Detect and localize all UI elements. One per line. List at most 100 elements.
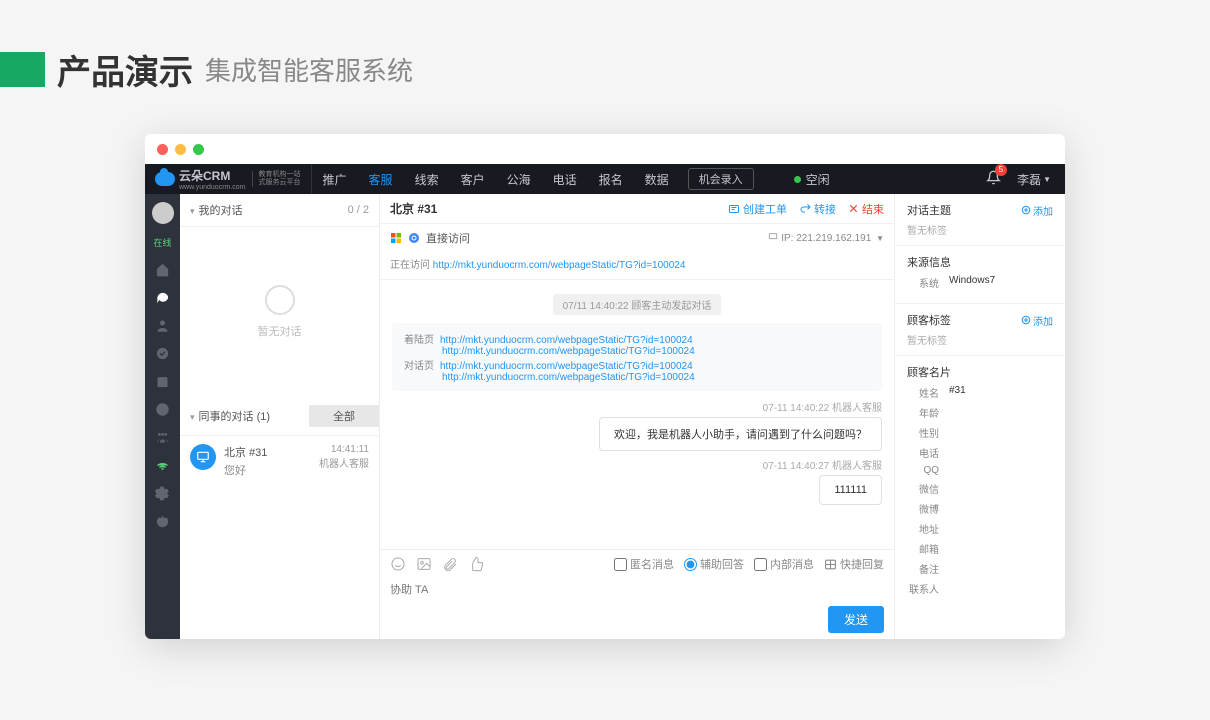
anon-checkbox[interactable]: 匿名消息 [614,556,674,572]
record-opportunity-button[interactable]: 机会录入 [688,168,754,190]
transfer-icon [799,203,811,215]
compose-area [380,578,894,606]
transfer-button[interactable]: 转接 [799,201,836,217]
side-rail: 在线 [145,194,180,639]
chat-panel: 北京 #31 创建工单 转接 结束 [380,194,895,639]
quick-reply-icon [824,558,837,571]
quick-reply-button[interactable]: 快捷回复 [824,556,884,572]
plus-icon [1021,205,1031,215]
minimize-icon[interactable] [175,144,186,155]
close-icon[interactable] [157,144,168,155]
panel-title-card: 顾客名片 [907,364,951,380]
thumbs-up-icon[interactable] [468,556,484,572]
team-icon[interactable] [155,429,171,445]
nav-public[interactable]: 公海 [496,164,542,194]
plus-icon [1021,315,1031,325]
chat-body: 07/11 14:40:22 顾客主动发起对话 着陆页http://mkt.yu… [380,280,894,549]
message-meta: 07-11 14:40:22 机器人客服 [392,399,882,414]
landing-url-link[interactable]: http://mkt.yunduocrm.com/webpageStatic/T… [442,346,695,357]
filter-all-button[interactable]: 全部 [309,405,379,427]
top-nav: 云朵CRM www.yunduocrm.com 教育机构一站式服务云平台 推广 … [145,164,1065,194]
no-topic-label: 暂无标签 [907,222,1053,237]
title-accent-bar [0,52,45,87]
add-topic-button[interactable]: 添加 [1021,203,1053,218]
bot-message: 欢迎，我是机器人小助手，请问遇到了什么问题吗？ [599,417,882,451]
chatpage-url-link[interactable]: http://mkt.yunduocrm.com/webpageStatic/T… [440,361,693,372]
chatpage-url-link[interactable]: http://mkt.yunduocrm.com/webpageStatic/T… [442,372,695,383]
access-type: 直接访问 [426,230,470,246]
nav-service[interactable]: 客服 [358,164,404,194]
ticket-icon [728,203,740,215]
monitor-icon [768,232,778,242]
send-button[interactable]: 发送 [828,606,884,633]
notifications-button[interactable]: 5 [986,170,1001,188]
user-menu[interactable]: 李磊▼ [1017,171,1051,188]
no-tag-label: 暂无标签 [907,332,1053,347]
app-window: 云朵CRM www.yunduocrm.com 教育机构一站式服务云平台 推广 … [145,134,1065,639]
notif-badge: 5 [995,164,1007,176]
nav-phone[interactable]: 电话 [542,164,588,194]
nav-customers[interactable]: 客户 [450,164,496,194]
image-icon[interactable] [416,556,432,572]
chrome-icon [408,232,420,244]
wifi-icon[interactable] [155,457,171,473]
brand-name: 云朵CRM [179,167,246,184]
slide-header: 产品演示 集成智能客服系统 [0,0,1210,114]
nav-data[interactable]: 数据 [634,164,680,194]
compose-toolbar: 匿名消息 辅助回答 内部消息 快捷回复 [380,549,894,578]
chat-title: 北京 #31 [390,200,437,217]
landing-url-link[interactable]: http://mkt.yunduocrm.com/webpageStatic/T… [440,335,693,346]
monitor-icon [190,444,216,470]
online-status: 在线 [153,236,171,249]
visiting-url-link[interactable]: http://mkt.yunduocrm.com/webpageStatic/T… [433,260,686,271]
empty-face-icon [265,285,295,315]
chevron-down-icon: ▾ [190,206,195,216]
my-conversations-header[interactable]: ▾我的对话 0 / 2 [180,194,379,227]
empty-conversations: 暂无对话 [180,227,379,397]
close-icon [848,203,859,214]
maximize-icon[interactable] [193,144,204,155]
bot-message: 111111 [819,475,882,505]
customer-info-panel: 对话主题 添加 暂无标签 来源信息 系统Windows7 顾客标签 添加 [895,194,1065,639]
calendar-icon[interactable] [155,373,171,389]
peer-conversations-header[interactable]: ▾同事的对话 (1) 全部 [180,397,379,436]
brand-logo[interactable]: 云朵CRM www.yunduocrm.com 教育机构一站式服务云平台 [145,164,312,194]
person-icon[interactable] [155,317,171,333]
panel-title-source: 来源信息 [907,254,951,270]
message-meta: 07-11 14:40:27 机器人客服 [392,457,882,472]
chat-icon[interactable] [155,289,171,305]
attachment-icon[interactable] [442,556,458,572]
message-input[interactable] [390,584,884,596]
power-icon[interactable] [155,513,171,529]
source-system: Windows7 [949,275,995,290]
check-icon[interactable] [155,345,171,361]
conversation-item[interactable]: 北京 #31 您好 14:41:11 机器人客服 [180,436,379,486]
slide-title-main: 产品演示 [57,45,193,94]
create-ticket-button[interactable]: 创建工单 [728,201,787,217]
nav-promote[interactable]: 推广 [312,164,358,194]
conv-count: 0 / 2 [348,204,369,216]
status-dot-icon [794,176,801,183]
timeline-note: 07/11 14:40:22 顾客主动发起对话 [553,294,722,315]
page-info-box: 着陆页http://mkt.yunduocrm.com/webpageStati… [392,323,882,391]
brand-url: www.yunduocrm.com [179,184,246,191]
cloud-icon [155,172,175,186]
pie-icon[interactable] [155,401,171,417]
conversation-list-panel: ▾我的对话 0 / 2 暂无对话 ▾同事的对话 (1) 全部 北京 #31 您好 [180,194,380,639]
conv-name: 北京 #31 [224,444,311,460]
internal-checkbox[interactable]: 内部消息 [754,556,814,572]
agent-status[interactable]: 空闲 [794,171,830,188]
emoji-icon[interactable] [390,556,406,572]
end-button[interactable]: 结束 [848,201,884,217]
home-icon[interactable] [155,261,171,277]
user-avatar[interactable] [152,202,174,224]
assist-checkbox[interactable]: 辅助回答 [684,556,744,572]
add-tag-button[interactable]: 添加 [1021,313,1053,328]
chevron-down-icon: ▼ [1043,175,1051,184]
gear-icon[interactable] [155,485,171,501]
conv-preview: 您好 [224,462,311,478]
nav-signup[interactable]: 报名 [588,164,634,194]
nav-leads[interactable]: 线索 [404,164,450,194]
windows-icon [390,232,402,244]
panel-title-topic: 对话主题 [907,202,951,218]
